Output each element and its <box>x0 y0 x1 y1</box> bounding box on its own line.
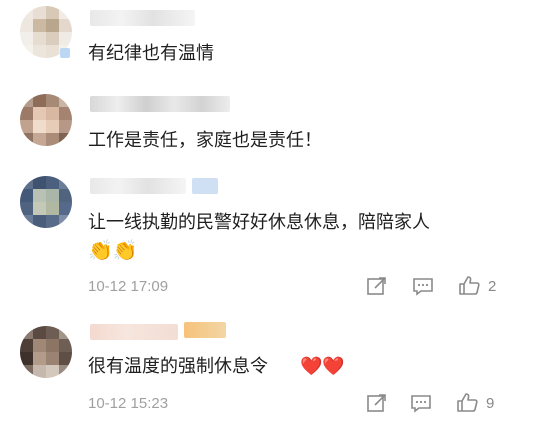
avatar[interactable] <box>20 326 72 378</box>
username-blurred[interactable] <box>90 10 195 26</box>
share-icon[interactable] <box>366 276 388 296</box>
comment-text: 工作是责任，家庭也是责任！ <box>88 130 322 151</box>
like-count: 2 <box>488 278 497 295</box>
avatar[interactable] <box>20 94 72 146</box>
comment-text: 让一线执勤的民警好好休息休息，陪陪家人 <box>88 212 430 233</box>
comment-item: 很有温度的强制休息令 ❤️❤️ 10-12 15:23 9 <box>0 308 533 444</box>
username-blurred[interactable] <box>90 178 186 194</box>
user-tag-blurred <box>184 322 226 338</box>
user-tag-blurred <box>192 178 218 194</box>
username-blurred[interactable] <box>90 96 230 112</box>
clap-emoji: 👏👏 <box>88 238 138 262</box>
like-icon[interactable] <box>458 275 480 295</box>
avatar[interactable] <box>20 176 72 228</box>
share-icon[interactable] <box>366 393 388 413</box>
comment-icon[interactable] <box>412 276 434 296</box>
comment-timestamp: 10-12 17:09 <box>88 278 169 295</box>
heart-emoji: ❤️❤️ <box>300 356 345 377</box>
comment-text: 很有温度的强制休息令 <box>88 356 268 377</box>
comment-item: 有纪律也有温情 <box>0 0 533 80</box>
comment-text: 有纪律也有温情 <box>88 43 214 64</box>
like-icon[interactable] <box>456 392 478 412</box>
verified-badge-icon <box>60 48 70 58</box>
comment-item: 工作是责任，家庭也是责任！ <box>0 80 533 160</box>
like-count: 9 <box>486 395 495 412</box>
username-blurred[interactable] <box>90 324 178 340</box>
comment-item: 让一线执勤的民警好好休息休息，陪陪家人 👏👏 10-12 17:09 2 <box>0 168 533 308</box>
comment-icon[interactable] <box>410 393 432 413</box>
comment-timestamp: 10-12 15:23 <box>88 395 169 412</box>
